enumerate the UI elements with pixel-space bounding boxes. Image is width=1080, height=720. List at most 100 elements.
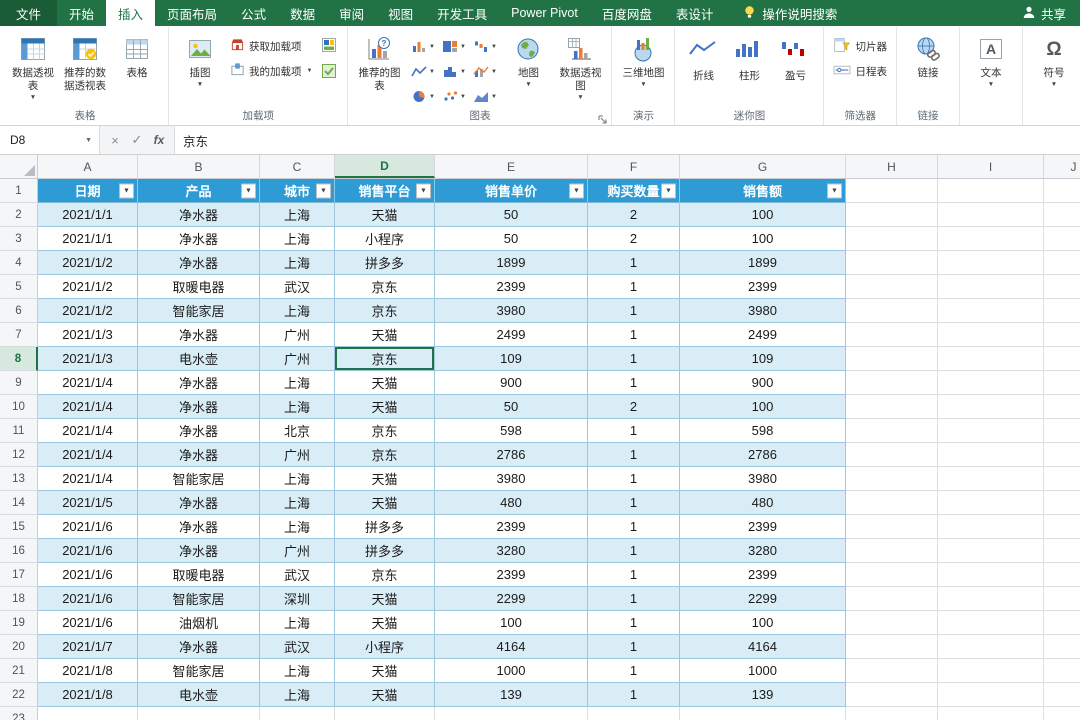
cell-I18[interactable]	[938, 587, 1044, 611]
tab-data[interactable]: 数据	[278, 0, 327, 26]
cell-A12[interactable]: 2021/1/4	[38, 443, 138, 467]
cell-I19[interactable]	[938, 611, 1044, 635]
tab-insert[interactable]: 插入	[106, 0, 155, 26]
cell-E14[interactable]: 480	[435, 491, 588, 515]
column-header-A[interactable]: A	[38, 155, 138, 178]
row-header-3[interactable]: 3	[0, 227, 38, 251]
cell-H17[interactable]	[846, 563, 938, 587]
cell-B4[interactable]: 净水器	[138, 251, 260, 275]
row-header-5[interactable]: 5	[0, 275, 38, 299]
cell-A10[interactable]: 2021/1/4	[38, 395, 138, 419]
cell-E21[interactable]: 1000	[435, 659, 588, 683]
cell-E20[interactable]: 4164	[435, 635, 588, 659]
pivotchart-button[interactable]: 数据透视图 ▼	[554, 29, 606, 111]
cell-I2[interactable]	[938, 203, 1044, 227]
row-header-15[interactable]: 15	[0, 515, 38, 539]
cell-D18[interactable]: 天猫	[335, 587, 435, 611]
insert-scatter-chart-button[interactable]: ▼	[438, 84, 469, 109]
insert-area-chart-button[interactable]: ▼	[469, 84, 500, 109]
cell-F18[interactable]: 1	[588, 587, 680, 611]
cell-B19[interactable]: 油烟机	[138, 611, 260, 635]
cell-B20[interactable]: 净水器	[138, 635, 260, 659]
cell-F9[interactable]: 1	[588, 371, 680, 395]
cell-J19[interactable]	[1044, 611, 1080, 635]
cell-J14[interactable]	[1044, 491, 1080, 515]
cell-H1[interactable]	[846, 179, 938, 203]
insert-hierarchy-chart-button[interactable]: ▼	[438, 34, 469, 59]
cell-A22[interactable]: 2021/1/8	[38, 683, 138, 707]
cell-G13[interactable]: 3980	[680, 467, 846, 491]
cell-D8[interactable]: 京东	[335, 347, 435, 371]
cell-H8[interactable]	[846, 347, 938, 371]
cell-E17[interactable]: 2399	[435, 563, 588, 587]
cell-H5[interactable]	[846, 275, 938, 299]
insert-pie-chart-button[interactable]: ▼	[407, 84, 438, 109]
tab-developer[interactable]: 开发工具	[425, 0, 499, 26]
cell-D10[interactable]: 天猫	[335, 395, 435, 419]
cell-F19[interactable]: 1	[588, 611, 680, 635]
cell-J13[interactable]	[1044, 467, 1080, 491]
cell-B2[interactable]: 净水器	[138, 203, 260, 227]
cell-H6[interactable]	[846, 299, 938, 323]
cell-C4[interactable]: 上海	[260, 251, 335, 275]
get-addins-button[interactable]: 获取加载项	[226, 35, 316, 57]
cell-C20[interactable]: 武汉	[260, 635, 335, 659]
cell-E2[interactable]: 50	[435, 203, 588, 227]
cell-F14[interactable]: 1	[588, 491, 680, 515]
row-header-19[interactable]: 19	[0, 611, 38, 635]
filter-button-A[interactable]: ▼	[119, 183, 134, 198]
cell-F16[interactable]: 1	[588, 539, 680, 563]
cell-B7[interactable]: 净水器	[138, 323, 260, 347]
column-header-H[interactable]: H	[846, 155, 938, 178]
row-header-4[interactable]: 4	[0, 251, 38, 275]
tab-table-design[interactable]: 表设计	[664, 0, 726, 26]
cell-E5[interactable]: 2399	[435, 275, 588, 299]
cell-A7[interactable]: 2021/1/3	[38, 323, 138, 347]
cell-E19[interactable]: 100	[435, 611, 588, 635]
cell-D5[interactable]: 京东	[335, 275, 435, 299]
cell-J10[interactable]	[1044, 395, 1080, 419]
enter-button[interactable]: ✓	[126, 132, 148, 148]
cell-G15[interactable]: 2399	[680, 515, 846, 539]
cell-A6[interactable]: 2021/1/2	[38, 299, 138, 323]
cell-I21[interactable]	[938, 659, 1044, 683]
recommended-charts-button[interactable]: ? 推荐的图表	[353, 29, 405, 111]
cell-J17[interactable]	[1044, 563, 1080, 587]
text-button[interactable]: A 文本 ▼	[965, 29, 1017, 111]
cell-E6[interactable]: 3980	[435, 299, 588, 323]
filter-button-E[interactable]: ▼	[569, 183, 584, 198]
row-header-1[interactable]: 1	[0, 179, 38, 203]
tab-file[interactable]: 文件	[0, 0, 57, 26]
share-button[interactable]: 共享	[1008, 0, 1080, 26]
tell-me-search[interactable]: 操作说明搜索	[743, 0, 837, 26]
cell-G4[interactable]: 1899	[680, 251, 846, 275]
row-header-2[interactable]: 2	[0, 203, 38, 227]
column-header-F[interactable]: F	[588, 155, 680, 178]
cell-A14[interactable]: 2021/1/5	[38, 491, 138, 515]
cell-C19[interactable]: 上海	[260, 611, 335, 635]
filter-button-D[interactable]: ▼	[416, 183, 431, 198]
cell-G7[interactable]: 2499	[680, 323, 846, 347]
row-header-10[interactable]: 10	[0, 395, 38, 419]
cell-B1[interactable]: 产品▼	[138, 179, 260, 203]
cell-E8[interactable]: 109	[435, 347, 588, 371]
cell-G12[interactable]: 2786	[680, 443, 846, 467]
cell-B16[interactable]: 净水器	[138, 539, 260, 563]
cell-E7[interactable]: 2499	[435, 323, 588, 347]
symbols-button[interactable]: Ω 符号 ▼	[1028, 29, 1080, 111]
row-header-9[interactable]: 9	[0, 371, 38, 395]
maps-button[interactable]: 地图 ▼	[502, 29, 554, 111]
cell-B12[interactable]: 净水器	[138, 443, 260, 467]
formula-input[interactable]: 京东	[175, 126, 1080, 154]
cell-D22[interactable]: 天猫	[335, 683, 435, 707]
row-header-6[interactable]: 6	[0, 299, 38, 323]
cell-A8[interactable]: 2021/1/3	[38, 347, 138, 371]
cell-F1[interactable]: 购买数量▼	[588, 179, 680, 203]
cell-F21[interactable]: 1	[588, 659, 680, 683]
column-header-B[interactable]: B	[138, 155, 260, 178]
insert-combo-chart-button[interactable]: ▼	[469, 59, 500, 84]
charts-dialog-launcher[interactable]	[598, 112, 608, 122]
cell-J21[interactable]	[1044, 659, 1080, 683]
cell-H13[interactable]	[846, 467, 938, 491]
cell-H14[interactable]	[846, 491, 938, 515]
